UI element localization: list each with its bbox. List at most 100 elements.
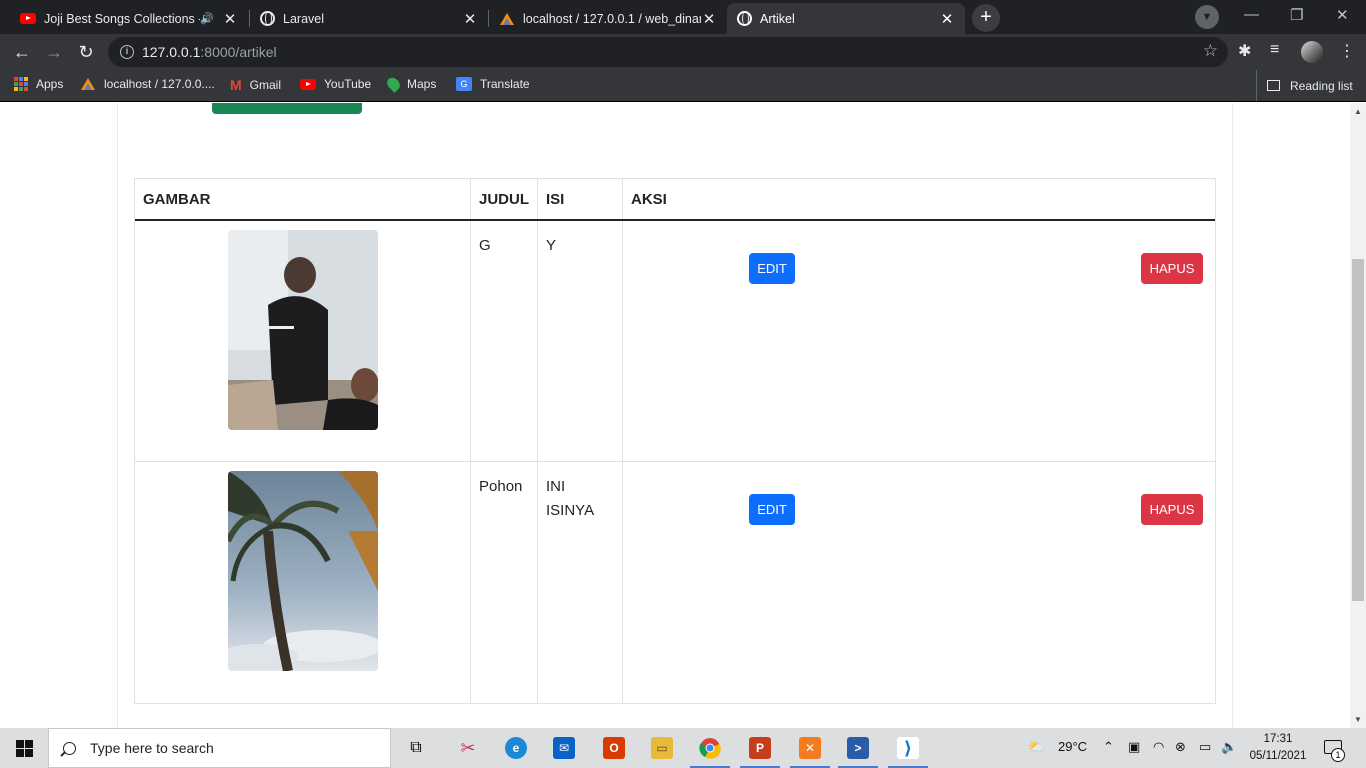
- bookmark-label: localhost / 127.0.0....: [104, 77, 215, 91]
- judul-cell: Pohon: [471, 462, 538, 703]
- speaker-icon[interactable]: 🔊: [200, 12, 214, 25]
- scroll-up-icon[interactable]: ▲: [1354, 107, 1362, 116]
- powerpoint-icon[interactable]: P: [736, 728, 784, 768]
- forward-icon[interactable]: →: [40, 38, 68, 66]
- isi-cell: INI ISINYA: [538, 462, 623, 703]
- reload-icon[interactable]: ↻: [72, 38, 100, 66]
- reading-list-button[interactable]: Reading list: [1256, 70, 1353, 101]
- edit-button[interactable]: EDIT: [749, 253, 795, 284]
- bookmark-star-icon[interactable]: ☆: [1203, 41, 1218, 61]
- bookmark-localhost[interactable]: localhost / 127.0.0....: [80, 77, 215, 91]
- system-clock[interactable]: 17:31 05/11/2021: [1242, 731, 1314, 765]
- antivirus-icon[interactable]: ⊗: [1175, 739, 1186, 755]
- bookmark-gmail[interactable]: M Gmail: [230, 77, 281, 93]
- windows-taskbar: Type here to search ⧉ ✂ e ✉ O ▭ P ✕ > ⟩ …: [0, 728, 1366, 768]
- xampp-icon[interactable]: ✕: [786, 728, 834, 768]
- vscode-icon[interactable]: ⟩: [884, 728, 932, 768]
- aksi-cell: EDIT HAPUS: [623, 462, 1215, 703]
- weather-icon[interactable]: ⛅: [1028, 739, 1044, 755]
- tab-search-icon[interactable]: ▼: [1195, 5, 1219, 29]
- new-tab-button[interactable]: +: [972, 4, 1000, 32]
- minimize-icon[interactable]: —: [1244, 6, 1259, 23]
- article-table: GAMBAR JUDUL ISI AKSI G Y EDIT HAPUS Poh…: [134, 178, 1216, 704]
- bookmark-youtube[interactable]: YouTube: [300, 77, 371, 91]
- chevron-up-icon[interactable]: ⌃: [1103, 739, 1114, 755]
- scrollbar-thumb[interactable]: [1352, 259, 1364, 601]
- close-tab-icon[interactable]: ✕: [701, 10, 717, 28]
- isi-cell: Y: [538, 221, 623, 461]
- address-bar[interactable]: i 127.0.0.1:8000/artikel ☆: [108, 37, 1228, 67]
- profile-avatar[interactable]: [1301, 41, 1323, 63]
- bookmark-label: YouTube: [324, 77, 372, 91]
- header-gambar: GAMBAR: [135, 179, 471, 219]
- hapus-button[interactable]: HAPUS: [1141, 494, 1203, 525]
- phpmyadmin-icon: [81, 78, 95, 90]
- table-header-row: GAMBAR JUDUL ISI AKSI: [135, 179, 1215, 221]
- media-control-icon[interactable]: ≡: [1270, 41, 1279, 59]
- back-icon[interactable]: ←: [8, 38, 36, 66]
- article-image: [227, 471, 378, 671]
- youtube-icon: [20, 13, 36, 24]
- hapus-button[interactable]: HAPUS: [1141, 253, 1203, 284]
- tab-title: Joji Best Songs Collections -: [44, 11, 201, 26]
- bookmark-maps[interactable]: Maps: [384, 75, 437, 93]
- office-icon[interactable]: O: [590, 728, 638, 768]
- menu-kebab-icon[interactable]: ⋮: [1339, 41, 1355, 61]
- close-tab-icon[interactable]: ✕: [939, 10, 955, 28]
- add-article-button[interactable]: [212, 103, 362, 114]
- snipping-tool-icon[interactable]: ✂: [444, 728, 492, 768]
- volume-icon[interactable]: 🔈: [1221, 739, 1237, 755]
- page-scrollbar[interactable]: ▲ ▼: [1350, 103, 1366, 728]
- tab-phpmyadmin[interactable]: localhost / 127.0.0.1 / web_dinam ✕: [489, 3, 727, 34]
- task-view-icon[interactable]: ⧉: [392, 728, 440, 768]
- meet-now-icon[interactable]: ▣: [1128, 739, 1140, 755]
- window-close-icon[interactable]: ✕: [1336, 6, 1349, 24]
- page-viewport: GAMBAR JUDUL ISI AKSI G Y EDIT HAPUS Poh…: [0, 103, 1350, 728]
- edge-icon[interactable]: e: [492, 728, 540, 768]
- weather-temp[interactable]: 29°C: [1058, 739, 1087, 754]
- scroll-down-icon[interactable]: ▼: [1354, 715, 1362, 724]
- battery-icon[interactable]: ▭: [1199, 739, 1211, 755]
- tab-laravel[interactable]: Laravel ✕: [250, 3, 488, 34]
- reading-list-label: Reading list: [1290, 78, 1353, 93]
- extensions-icon[interactable]: ✱: [1238, 41, 1251, 61]
- image-cell: [135, 221, 471, 461]
- clock-time: 17:31: [1263, 733, 1293, 745]
- article-image: [227, 230, 378, 430]
- header-isi: ISI: [538, 179, 623, 219]
- chrome-logo-icon: [699, 738, 721, 759]
- image-cell: [135, 462, 471, 703]
- youtube-icon: [300, 78, 316, 90]
- chrome-icon[interactable]: [686, 728, 734, 768]
- wifi-icon[interactable]: ◠: [1153, 739, 1164, 755]
- site-info-icon[interactable]: i: [120, 45, 134, 59]
- bookmark-translate[interactable]: G Translate: [456, 77, 530, 91]
- windows-start-icon[interactable]: [16, 740, 33, 757]
- close-tab-icon[interactable]: ✕: [462, 10, 478, 28]
- bookmark-apps[interactable]: Apps: [14, 77, 63, 91]
- phpmyadmin-icon: [500, 12, 514, 25]
- maps-icon: [384, 75, 403, 93]
- notifications-badge: 1: [1331, 748, 1345, 762]
- globe-icon: [737, 11, 752, 26]
- bookmark-label: Gmail: [249, 78, 282, 92]
- taskbar-search-input[interactable]: Type here to search: [48, 728, 391, 768]
- file-explorer-icon[interactable]: ▭: [638, 728, 686, 768]
- gmail-icon: M: [230, 77, 242, 93]
- header-judul: JUDUL: [471, 179, 538, 219]
- apps-grid-icon: [14, 77, 28, 91]
- close-tab-icon[interactable]: ✕: [222, 10, 238, 28]
- table-row: G Y EDIT HAPUS: [135, 221, 1215, 462]
- table-row: Pohon INI ISINYA EDIT HAPUS: [135, 462, 1215, 703]
- restore-icon[interactable]: ❐: [1290, 6, 1303, 24]
- bookmark-label: Maps: [407, 77, 437, 91]
- tab-artikel[interactable]: Artikel ✕: [727, 3, 965, 34]
- mail-icon[interactable]: ✉: [540, 728, 588, 768]
- url-text: 127.0.0.1:8000/artikel: [142, 44, 277, 60]
- tab-joji[interactable]: Joji Best Songs Collections - 🔊 ✕: [10, 3, 248, 34]
- tab-title: localhost / 127.0.0.1 / web_dinam: [523, 11, 701, 26]
- browser-toolbar: ← → ↻ i 127.0.0.1:8000/artikel ☆ ✱ ≡ ⋮: [0, 34, 1366, 70]
- powershell-icon[interactable]: >: [834, 728, 882, 768]
- edit-button[interactable]: EDIT: [749, 494, 795, 525]
- bookmarks-bar: Apps localhost / 127.0.0.... M Gmail You…: [0, 70, 1366, 102]
